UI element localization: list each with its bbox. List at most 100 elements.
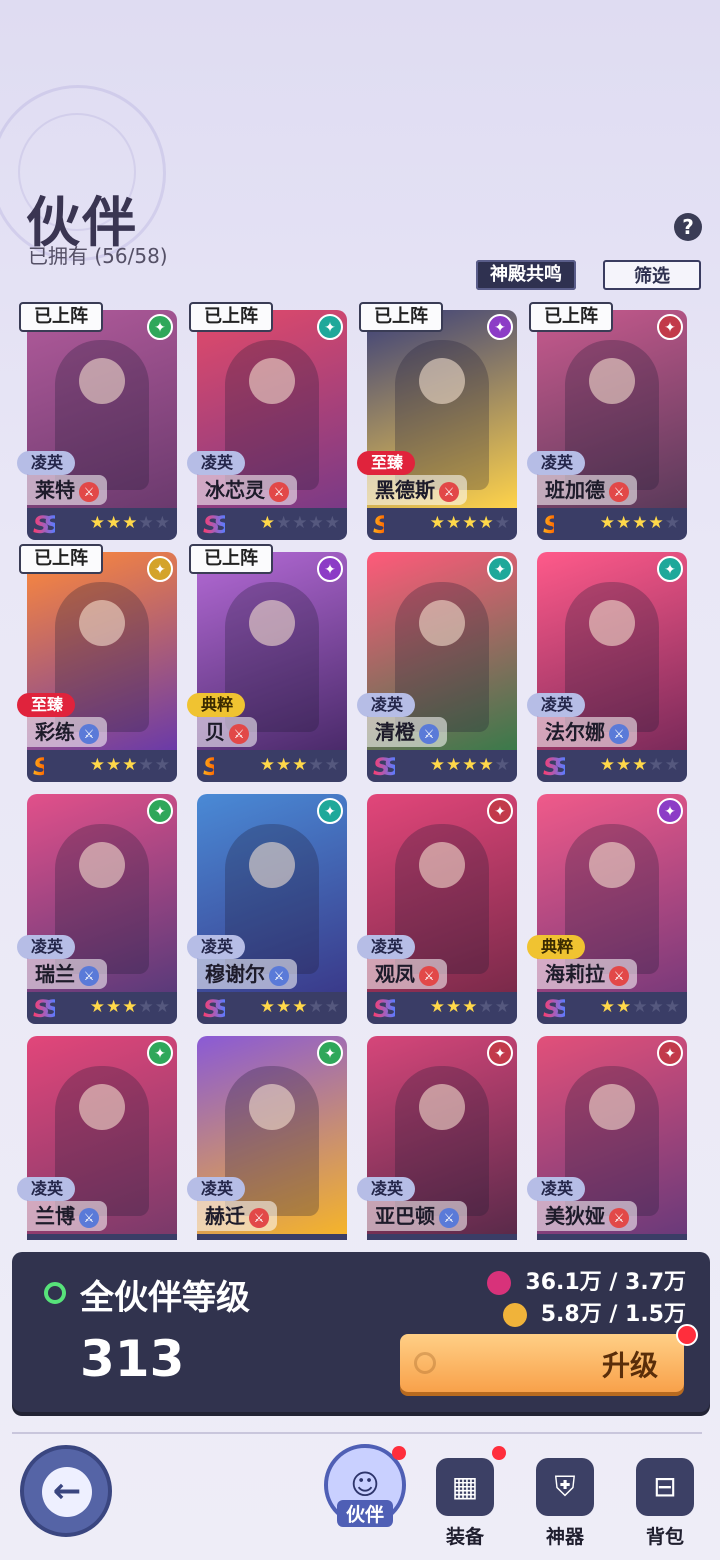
star-rating: ★★★★★ — [89, 513, 171, 533]
grade-badge: SS — [203, 511, 231, 539]
element-icon: ✦ — [657, 1040, 683, 1066]
partner-footer: S ★★★★★ — [197, 750, 347, 782]
rarity-badge: 凌英 — [187, 1177, 246, 1201]
star-rating: ★★★★★ — [260, 1239, 341, 1240]
partner-card[interactable]: 已上阵 ✦ 至臻 黑德斯 ⚔ S ★★★★★ — [357, 302, 517, 540]
partner-card[interactable]: 已上阵 ✦ 凌英 班加德 ⚔ S ★★★★★ — [527, 302, 687, 540]
upgrade-label: 升级 — [601, 1349, 658, 1382]
element-icon: ✦ — [317, 798, 343, 824]
filter-button[interactable]: 筛选 — [603, 260, 701, 290]
notification-dot — [492, 1446, 506, 1460]
grade-badge: S — [33, 753, 50, 781]
element-icon: ✦ — [317, 556, 343, 582]
partner-card[interactable]: ✦ 凌英 瑞兰 ⚔ SS ★★★★★ — [17, 794, 177, 1024]
star-rating: ★★★★★ — [429, 997, 511, 1017]
partner-footer: S ★★★★★ — [537, 508, 687, 540]
grade-badge: S — [543, 511, 560, 539]
element-icon: ✦ — [657, 798, 683, 824]
deployed-tag: 已上阵 — [359, 302, 443, 332]
partner-card[interactable]: ✦ 凌英 观凤 ⚔ SS ★★★★★ — [357, 794, 517, 1024]
deployed-tag: 已上阵 — [189, 544, 273, 574]
gold-coin-icon — [502, 1303, 527, 1327]
star-rating: ★★★★★ — [259, 755, 341, 775]
partner-card[interactable]: ✦ 典粹 海莉拉 ⚔ SS ★★★★★ — [527, 794, 687, 1024]
star-rating: ★★★★★ — [429, 755, 511, 775]
partner-footer: SS ★★★★★ — [537, 750, 687, 782]
grade-badge: S — [373, 511, 390, 539]
upgrade-gear-icon — [414, 1352, 436, 1374]
element-icon: ✦ — [487, 556, 513, 582]
resource-exp: 36.1万 / 3.7万 — [487, 1264, 686, 1296]
element-icon: ✦ — [147, 314, 173, 340]
element-icon: ✦ — [487, 1040, 513, 1066]
rarity-badge: 至臻 — [17, 693, 76, 717]
partner-card[interactable]: 已上阵 ✦ 典粹贝 ⚔ S ★★★★★ — [187, 544, 347, 782]
rarity-badge: 凌英 — [187, 935, 246, 959]
owned-count: 已拥有 (56/58) — [28, 244, 168, 268]
class-icon: ⚔ — [439, 1207, 459, 1228]
star-rating: ★★★★★ — [599, 513, 681, 533]
nav-artifact[interactable]: ⛨ 神器 — [520, 1450, 610, 1550]
rarity-badge: 凌英 — [357, 1177, 416, 1201]
partner-name: 穆谢尔 ⚔ — [197, 959, 297, 989]
exp-potion-icon — [487, 1271, 512, 1295]
element-icon: ✦ — [147, 1040, 173, 1066]
partner-footer: SS ★★★★★ — [27, 992, 177, 1024]
partner-card[interactable]: ✦ 凌英 法尔娜 ⚔ SS ★★★★★ — [527, 552, 687, 782]
rarity-badge: 至臻 — [357, 451, 416, 475]
temple-resonance-tab[interactable]: 神殿共鸣 — [476, 260, 576, 290]
resource-gold-value: 5.8万 / 1.5万 — [540, 1302, 686, 1327]
star-rating: ★★★★★ — [599, 997, 681, 1017]
element-icon: ✦ — [487, 798, 513, 824]
partner-card[interactable]: 已上阵 ✦ 至臻 彩练 ⚔ S ★★★★★ — [17, 544, 177, 782]
class-icon: ⚔ — [79, 481, 99, 502]
partner-name: 莱特 ⚔ — [27, 475, 107, 505]
nav-equipment[interactable]: ▦ 装备 — [420, 1446, 510, 1550]
partner-footer: SS ★★★★★ — [197, 992, 347, 1024]
element-icon: ✦ — [147, 798, 173, 824]
nav-partner-label: 伙伴 — [337, 1500, 393, 1527]
grade-badge: SS — [543, 995, 571, 1023]
partner-card[interactable]: ✦ 凌英赫迁⚔ SS ★★★★★ — [187, 1036, 347, 1240]
class-icon: ⚔ — [439, 481, 459, 502]
partner-footer: SS ★★★★★ — [367, 750, 517, 782]
partner-name: 彩练 ⚔ — [27, 717, 107, 747]
partner-name: 冰芯灵 ⚔ — [197, 475, 297, 505]
nav-backpack[interactable]: ⊟ 背包 — [620, 1450, 710, 1550]
all-partner-level-value: 313 — [80, 1330, 185, 1388]
partner-card[interactable]: ✦ 凌英 穆谢尔 ⚔ SS ★★★★★ — [187, 794, 347, 1024]
rarity-badge: 凌英 — [527, 1177, 586, 1201]
partner-card[interactable]: ✦ 凌英美狄娅⚔ SS ★★★★★ — [527, 1036, 687, 1240]
partner-card[interactable]: 已上阵 ✦ 凌英 冰芯灵 ⚔ SS ★★★★★ — [187, 302, 347, 540]
star-rating: ★★★★★ — [599, 755, 681, 775]
rarity-badge: 典粹 — [187, 693, 246, 717]
notification-dot — [392, 1446, 406, 1460]
partner-name: 法尔娜 ⚔ — [537, 717, 637, 747]
partner-name: 贝 ⚔ — [197, 717, 257, 747]
rarity-badge: 凌英 — [357, 693, 416, 717]
partner-card[interactable]: 已上阵 ✦ 凌英 莱特 ⚔ SS ★★★★★ — [17, 302, 177, 540]
partner-name: 赫迁 ⚔ — [197, 1201, 277, 1231]
star-rating: ★★★★★ — [90, 1239, 171, 1240]
status-dot-icon — [44, 1282, 66, 1304]
star-rating: ★★★★★ — [429, 513, 511, 533]
partner-name: 海莉拉 ⚔ — [537, 959, 637, 989]
grade-badge: SS — [33, 995, 61, 1023]
resource-exp-value: 36.1万 / 3.7万 — [525, 1270, 686, 1295]
partner-grid[interactable]: 已上阵 ✦ 凌英 莱特 ⚔ SS ★★★★★ 已上阵 ✦ 凌英 冰芯灵 ⚔ SS ★★★★★ 已上阵 ✦ 至臻黑… — [0, 300, 720, 1240]
help-icon[interactable]: ? — [674, 213, 702, 241]
grade-badge: SS — [373, 753, 401, 781]
rarity-badge: 凌英 — [187, 451, 246, 475]
partner-name: 清橙 ⚔ — [367, 717, 447, 747]
nav-equipment-label: 装备 — [445, 1526, 484, 1548]
class-icon: ⚔ — [79, 965, 99, 986]
nav-partner[interactable]: ☺ 伙伴 — [320, 1444, 410, 1550]
class-icon: ⚔ — [79, 723, 99, 744]
partner-name: 观凤 ⚔ — [367, 959, 447, 989]
partner-card[interactable]: ✦ 凌英兰博⚔ SS ★★★★★ — [17, 1036, 177, 1240]
partner-card[interactable]: ✦ 凌英亚巴顿⚔ SS ★★★★★ — [357, 1036, 517, 1240]
partner-card[interactable]: ✦ 凌英 清橙 ⚔ SS ★★★★★ — [357, 552, 517, 782]
class-icon: ⚔ — [269, 965, 289, 986]
back-button[interactable]: ← — [20, 1445, 112, 1537]
upgrade-button[interactable]: 升级 — [400, 1334, 684, 1392]
